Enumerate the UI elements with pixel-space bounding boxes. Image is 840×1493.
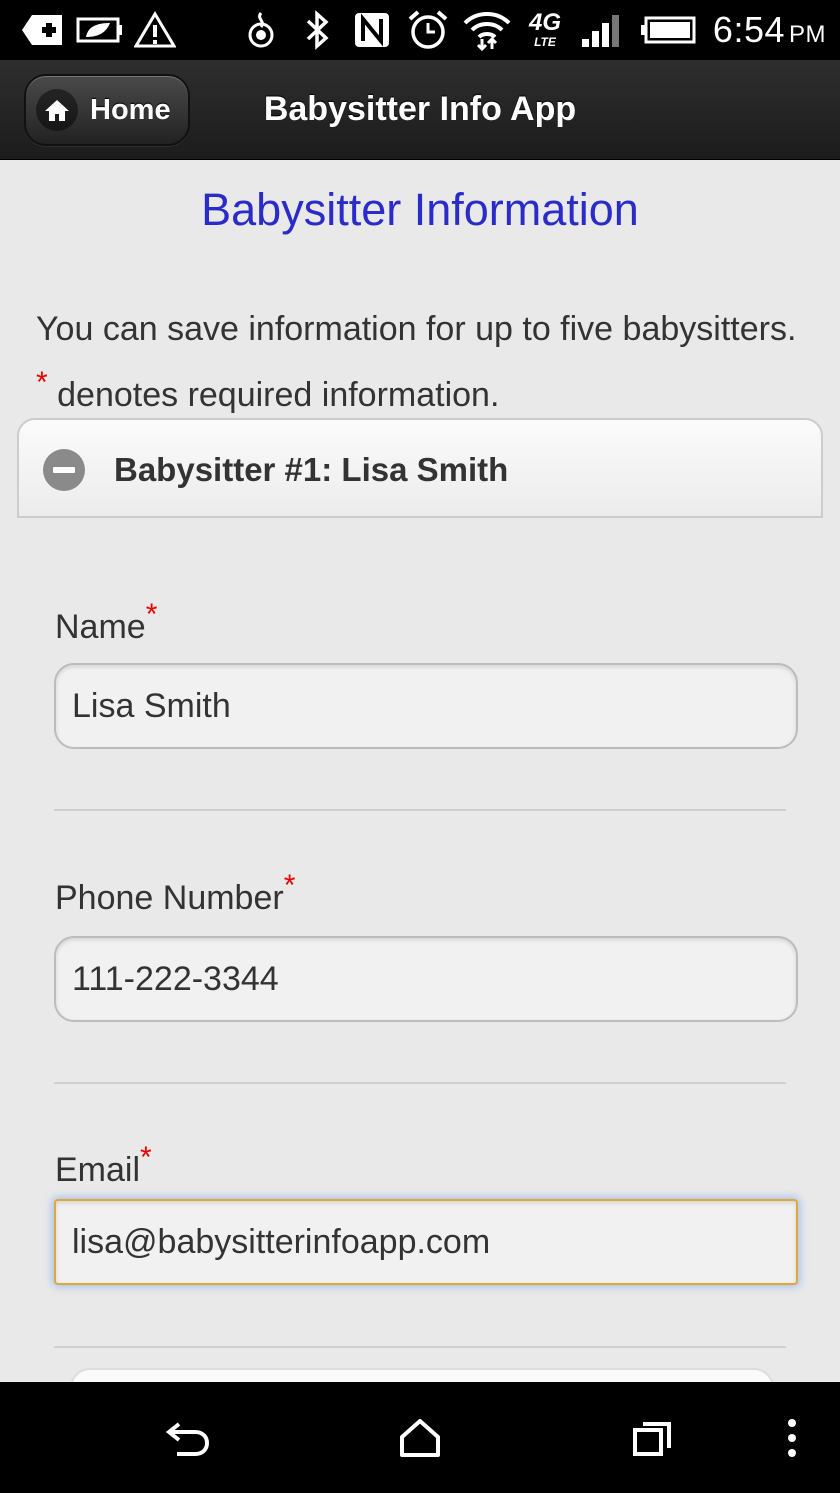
required-marker: * — [36, 366, 48, 399]
home-button[interactable]: Home — [24, 74, 190, 146]
email-label: Email* — [55, 1141, 152, 1190]
divider — [54, 1082, 786, 1084]
name-required-marker: * — [145, 598, 158, 631]
overflow-menu-icon[interactable] — [780, 1408, 804, 1468]
next-form-button[interactable] — [70, 1368, 774, 1382]
name-input[interactable] — [54, 663, 798, 749]
phone-required-marker: * — [283, 869, 296, 902]
status-bar: 4G LTE 6:54 PM — [0, 0, 840, 60]
intro-text-end: denotes required information. — [47, 376, 500, 414]
collapse-minus-icon — [43, 449, 85, 491]
intro-text: You can save information for up to five … — [36, 302, 816, 422]
babysitter-1-collapsible-header[interactable]: Babysitter #1: Lisa Smith — [17, 418, 823, 518]
divider — [54, 1346, 786, 1348]
home-icon — [36, 89, 78, 131]
clock-ampm: PM — [789, 21, 826, 48]
clock: 6:54 PM — [713, 8, 826, 52]
name-label: Name* — [55, 598, 157, 647]
wifi-icon — [462, 8, 512, 52]
network-sub-label: LTE — [534, 35, 556, 49]
babysitter-1-section-label: Babysitter #1: Lisa Smith — [114, 451, 509, 488]
phone-number-label-text: Phone Number — [55, 879, 284, 917]
signal-icon — [580, 8, 626, 52]
nfc-icon — [352, 8, 392, 52]
phone-number-input[interactable] — [54, 936, 798, 1022]
home-button-label: Home — [90, 93, 171, 126]
clock-time: 6:54 — [712, 9, 785, 50]
name-label-text: Name — [55, 608, 146, 646]
phone-number-label: Phone Number* — [55, 869, 295, 918]
intro-text-start: You can save information for up to five … — [36, 310, 797, 348]
4g-lte-icon: 4G LTE — [520, 8, 570, 52]
warning-icon — [134, 8, 176, 52]
leaf-battery-icon — [76, 8, 124, 52]
email-required-marker: * — [140, 1141, 152, 1174]
divider — [54, 809, 786, 811]
medical-plus-icon — [22, 8, 64, 52]
alarm-icon — [406, 8, 450, 52]
email-input[interactable] — [54, 1199, 798, 1285]
page-title: Babysitter Information — [201, 184, 639, 235]
app-header: Home Babysitter Info App — [0, 60, 840, 160]
sense-icon — [242, 8, 280, 52]
main-content[interactable]: Babysitter Information You can save info… — [0, 160, 840, 1382]
bluetooth-icon — [302, 8, 332, 52]
navigation-bar — [0, 1382, 840, 1493]
network-type-label: 4G — [528, 9, 561, 36]
back-icon[interactable] — [160, 1408, 216, 1468]
battery-icon — [640, 8, 696, 52]
email-label-text: Email — [55, 1151, 141, 1189]
home-nav-icon[interactable] — [395, 1408, 445, 1468]
recent-apps-icon[interactable] — [628, 1408, 678, 1468]
